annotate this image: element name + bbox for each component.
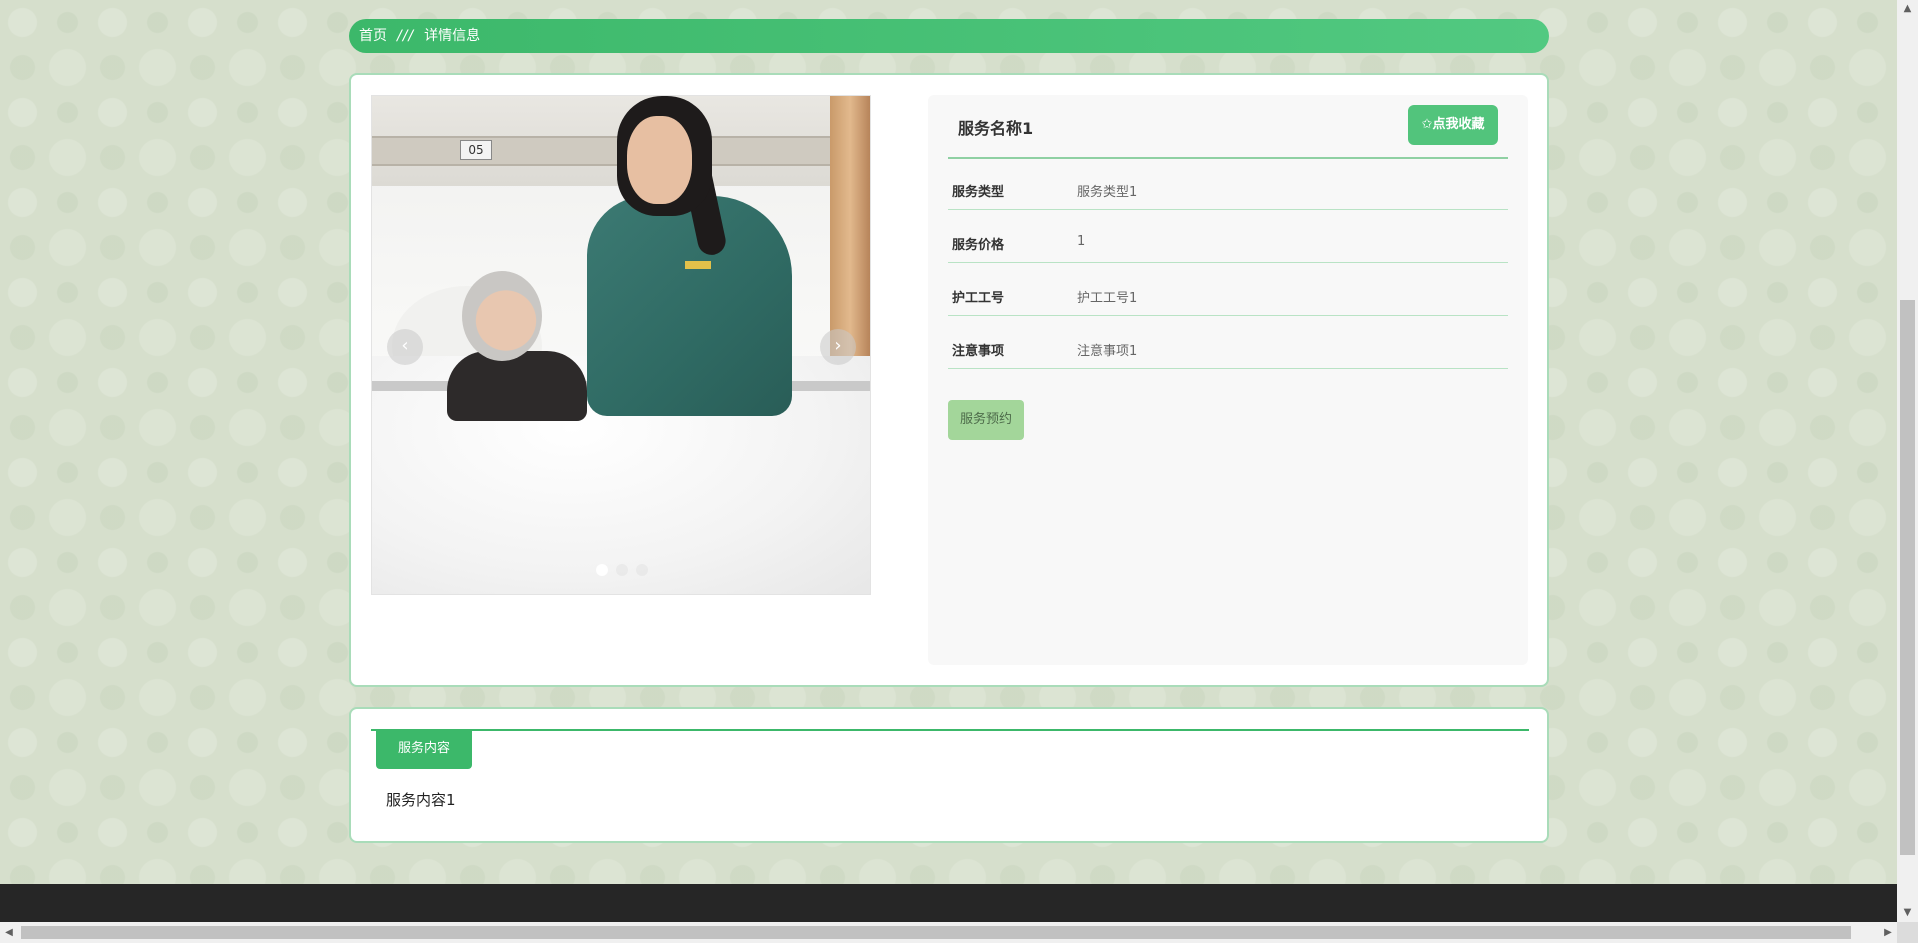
scrollbar-corner (1897, 922, 1918, 943)
field-value: 护工工号1 (1077, 291, 1138, 306)
field-value: 注意事项1 (1077, 344, 1138, 359)
field-label: 服务类型 (952, 185, 1005, 200)
service-photo: 05 (372, 96, 870, 594)
service-name-title: 服务名称1 (958, 119, 1034, 138)
image-carousel[interactable]: 05 ‹ › (371, 95, 871, 595)
scroll-up-icon[interactable]: ▲ (1897, 0, 1918, 18)
breadcrumb-current: 详情信息 (424, 28, 481, 44)
vertical-scroll-thumb[interactable] (1900, 300, 1915, 855)
breadcrumb-home-link[interactable]: 首页 (359, 19, 387, 53)
info-header: 服务名称1 ✩点我收藏 (948, 95, 1508, 159)
scroll-right-icon[interactable]: ▶ (1879, 922, 1897, 943)
carousel-dot-1[interactable] (596, 564, 608, 576)
photo-elder-body (447, 351, 587, 421)
tab-divider (371, 729, 1529, 731)
breadcrumb: 首页 /// 详情信息 (349, 19, 1549, 53)
carousel-dot-3[interactable] (636, 564, 648, 576)
field-value: 服务类型1 (1077, 185, 1138, 200)
info-row-service-price: 服务价格 1 (948, 210, 1508, 263)
chevron-right-icon: › (834, 335, 842, 356)
photo-nurse-face (627, 116, 692, 204)
favorite-button[interactable]: ✩点我收藏 (1408, 105, 1498, 145)
info-panel: 服务名称1 ✩点我收藏 服务类型 服务类型1 服务价格 1 护工工号 护工工号1… (928, 95, 1528, 665)
photo-elder-head (462, 271, 542, 361)
field-label: 服务价格 (952, 238, 1005, 253)
breadcrumb-separator: /// (397, 28, 415, 44)
field-label: 护工工号 (952, 291, 1005, 306)
info-row-service-type: 服务类型 服务类型1 (948, 157, 1508, 210)
page-footer (0, 884, 1897, 922)
carousel-next-button[interactable]: › (820, 329, 856, 365)
page-viewport: 首页 /// 详情信息 05 ‹ › 服务名称1 ✩点我收藏 服务类型 服务类型… (0, 0, 1897, 922)
carousel-prev-button[interactable]: ‹ (387, 329, 423, 365)
book-service-button[interactable]: 服务预约 (948, 400, 1024, 440)
horizontal-scroll-thumb[interactable] (21, 926, 1851, 939)
scroll-down-icon[interactable]: ▼ (1897, 904, 1918, 922)
horizontal-scrollbar[interactable]: ◀ ▶ (0, 922, 1897, 943)
info-row-caregiver-id: 护工工号 护工工号1 (948, 263, 1508, 316)
chevron-left-icon: ‹ (401, 335, 409, 356)
photo-room-tag: 05 (460, 140, 492, 160)
content-card: 服务内容 服务内容1 (349, 707, 1549, 843)
photo-nurse-body (587, 196, 792, 416)
info-row-notes: 注意事项 注意事项1 (948, 316, 1508, 369)
detail-card: 05 ‹ › 服务名称1 ✩点我收藏 服务类型 服务类型1 服务价格 1 护工工… (349, 73, 1549, 687)
carousel-indicators (596, 564, 648, 576)
field-label: 注意事项 (952, 344, 1005, 359)
photo-nurse-badge (685, 261, 711, 269)
field-value: 1 (1077, 234, 1086, 249)
photo-wall-panel (372, 136, 832, 166)
vertical-scrollbar[interactable]: ▲ ▼ (1897, 0, 1918, 922)
scroll-left-icon[interactable]: ◀ (0, 922, 18, 943)
tab-service-content[interactable]: 服务内容 (376, 729, 472, 769)
service-content-text: 服务内容1 (386, 791, 456, 809)
carousel-dot-2[interactable] (616, 564, 628, 576)
